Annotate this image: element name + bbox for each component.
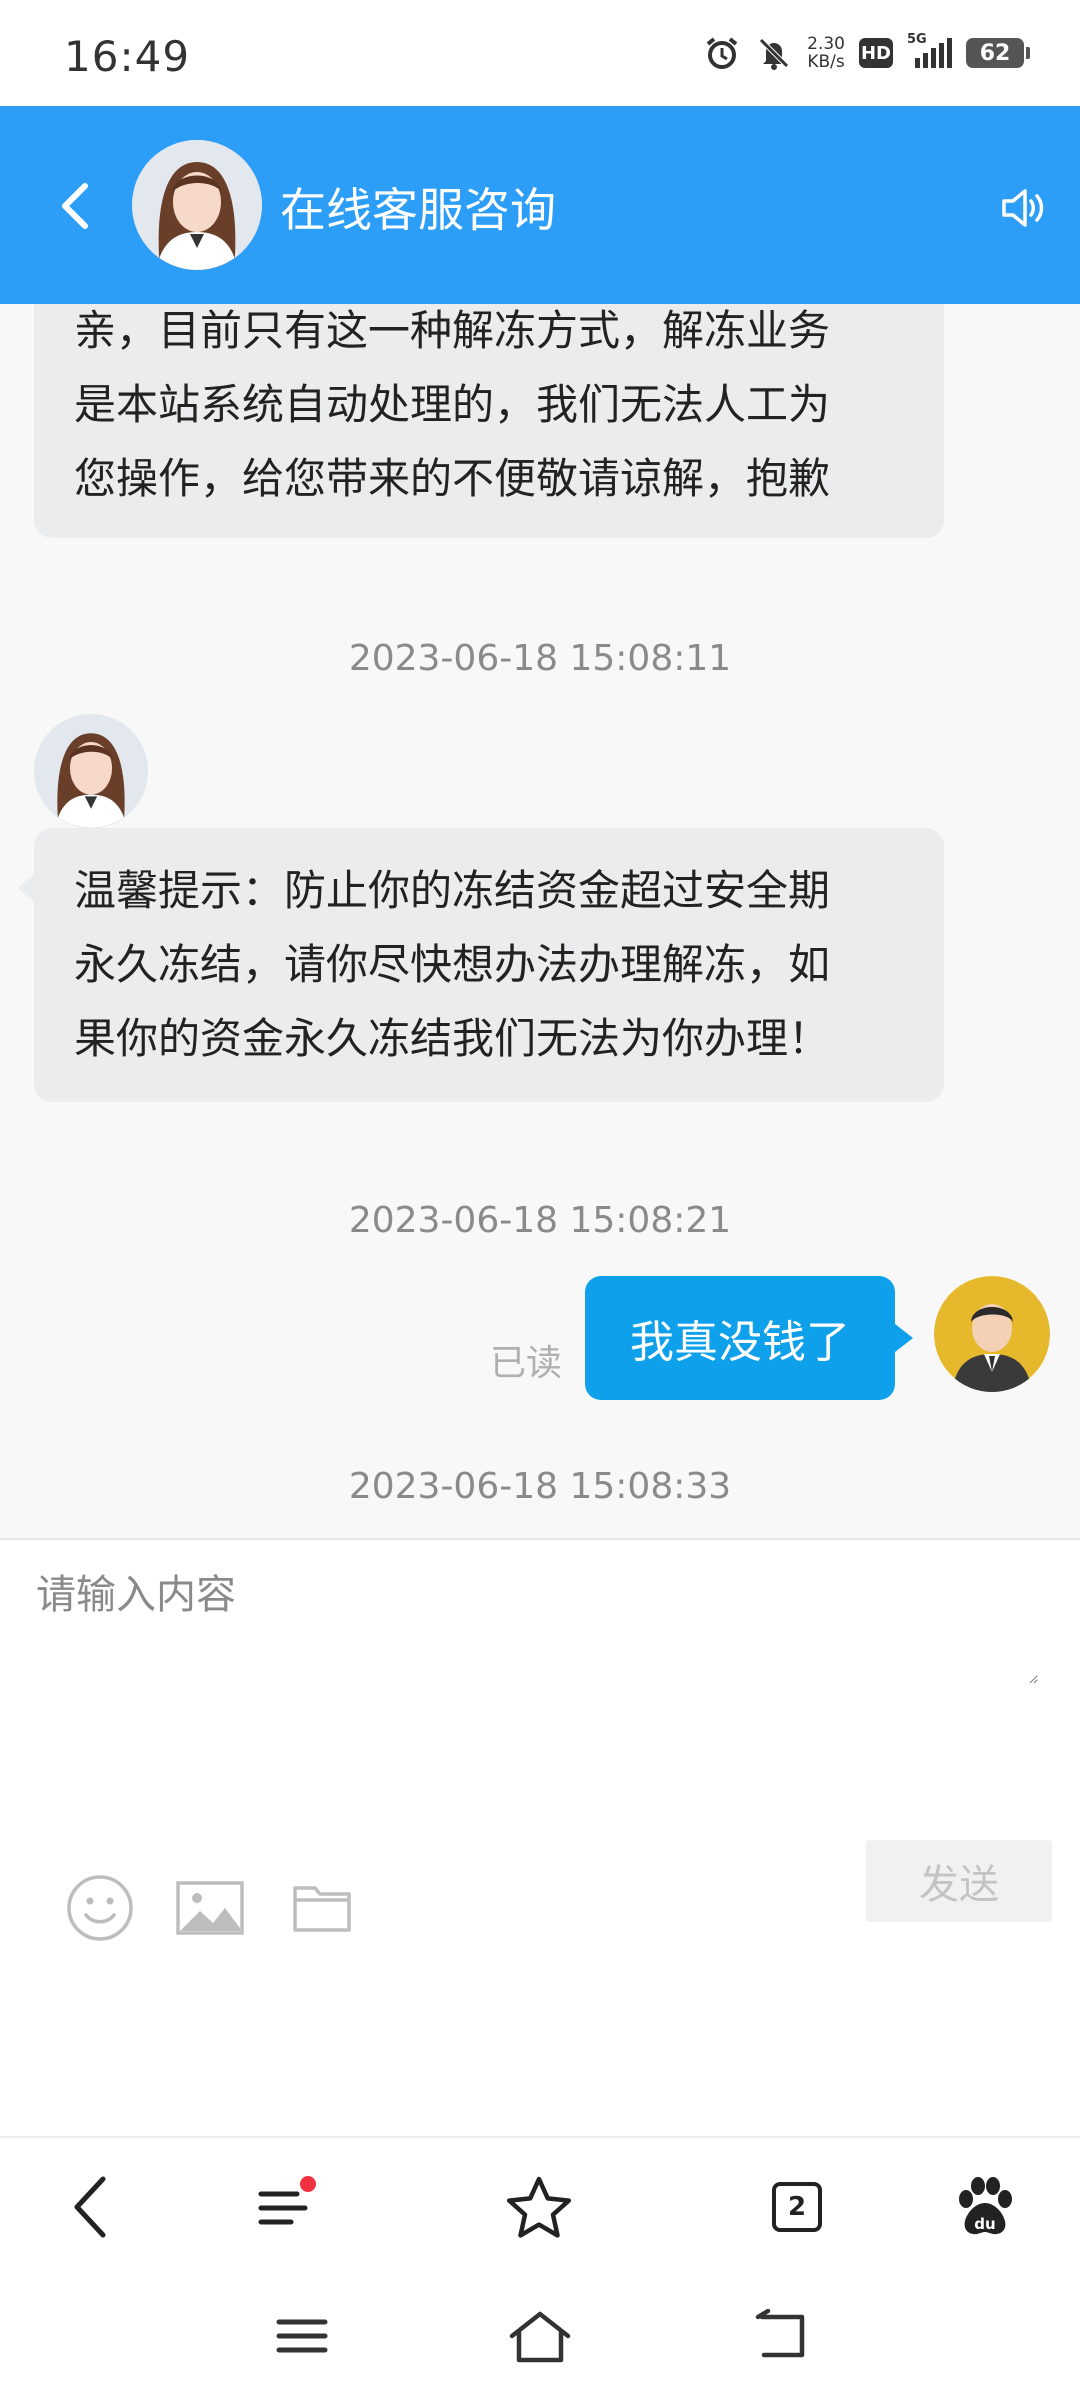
- message-timestamp: 2023-06-18 15:08:33: [348, 1466, 732, 1507]
- star-icon: [506, 2176, 572, 2238]
- baidu-paw-icon: du: [959, 2177, 1012, 2235]
- system-navigation-bar: [0, 2276, 1080, 2400]
- signal-icon: 5G: [907, 32, 952, 68]
- read-status: 已读: [490, 1343, 563, 1384]
- speaker-button[interactable]: [988, 172, 1060, 244]
- network-type: 5G: [907, 32, 927, 47]
- blank-area: [0, 1976, 1080, 2136]
- net-speed-value: 2.30: [807, 34, 845, 54]
- tabs-button[interactable]: 2: [752, 2162, 842, 2252]
- chat-messages[interactable]: 亲，目前只有这一种解冻方式，解冻业务 是本站系统自动处理的，我们无法人工为 您操…: [0, 304, 1080, 1538]
- speaker-icon: [1002, 189, 1044, 227]
- message-line: 亲，目前只有这一种解冻方式，解冻业务: [74, 306, 831, 355]
- status-time: 16:49: [64, 32, 191, 81]
- user-avatar[interactable]: [934, 1276, 1050, 1392]
- net-speed: 2.30 KB/s: [807, 35, 845, 71]
- emoji-button[interactable]: [60, 1868, 140, 1948]
- recent-apps-icon: [276, 2319, 328, 2353]
- tabs-icon: 2: [772, 2182, 822, 2232]
- message-timestamp: 2023-06-18 15:08:21: [348, 1200, 732, 1241]
- baidu-button[interactable]: du: [940, 2162, 1030, 2252]
- recent-apps-button[interactable]: [262, 2296, 342, 2376]
- emoji-icon: [67, 1875, 133, 1941]
- agent-message: 亲，目前只有这一种解冻方式，解冻业务 是本站系统自动处理的，我们无法人工为 您操…: [34, 304, 944, 538]
- message-line: 永久冻结，请你尽快想办法办理解冻，如: [74, 940, 831, 989]
- chevron-left-icon: [62, 183, 88, 229]
- system-back-button[interactable]: [742, 2296, 822, 2376]
- message-line: 温馨提示：防止你的冻结资金超过安全期: [74, 866, 831, 915]
- status-bar: 16:49 2.30 KB/s HD 5G 62: [0, 0, 1080, 106]
- bookmark-button[interactable]: [494, 2162, 584, 2252]
- image-button[interactable]: [170, 1868, 250, 1948]
- svg-text:du: du: [974, 2215, 995, 2233]
- agent-message: 温馨提示：防止你的冻结资金超过安全期 永久冻结，请你尽快想办法办理解冻，如 果你…: [18, 828, 944, 1102]
- message-timestamp: 2023-06-18 15:08:11: [348, 638, 732, 679]
- agent-avatar[interactable]: [34, 714, 148, 828]
- status-icons: 2.30 KB/s HD 5G 62: [703, 32, 1030, 72]
- message-line: 果你的资金永久冻结我们无法为你办理！: [74, 1014, 831, 1063]
- agent-avatar-header[interactable]: [132, 140, 262, 270]
- page-title: 在线客服咨询: [280, 183, 556, 237]
- home-icon: [509, 2311, 571, 2363]
- back-icon: [755, 2309, 805, 2358]
- hd-badge: HD: [859, 38, 893, 68]
- message-line: 您操作，给您带来的不便敬请谅解，抱歉: [74, 454, 831, 503]
- notification-dot: [300, 2176, 316, 2192]
- net-speed-unit: KB/s: [807, 52, 845, 72]
- composer: 发送: [0, 1538, 1080, 1978]
- mute-bell-icon: [755, 34, 793, 72]
- message-input[interactable]: [34, 1560, 1038, 1684]
- image-icon: [176, 1881, 244, 1935]
- alarm-icon: [703, 34, 741, 72]
- user-message: 我真没钱了: [585, 1276, 913, 1400]
- folder-button[interactable]: [282, 1868, 362, 1948]
- folder-icon: [293, 1886, 351, 1932]
- home-button[interactable]: [500, 2296, 580, 2376]
- send-button[interactable]: 发送: [866, 1840, 1052, 1922]
- chat-header: 在线客服咨询: [0, 106, 1080, 304]
- back-icon: [74, 2176, 106, 2238]
- back-button[interactable]: [40, 166, 110, 246]
- browser-toolbar: 2 du: [0, 2136, 1080, 2278]
- message-line: 是本站系统自动处理的，我们无法人工为: [74, 380, 831, 429]
- battery-icon: 62: [966, 38, 1030, 68]
- browser-menu-button[interactable]: [238, 2162, 328, 2252]
- browser-back-button[interactable]: [46, 2162, 136, 2252]
